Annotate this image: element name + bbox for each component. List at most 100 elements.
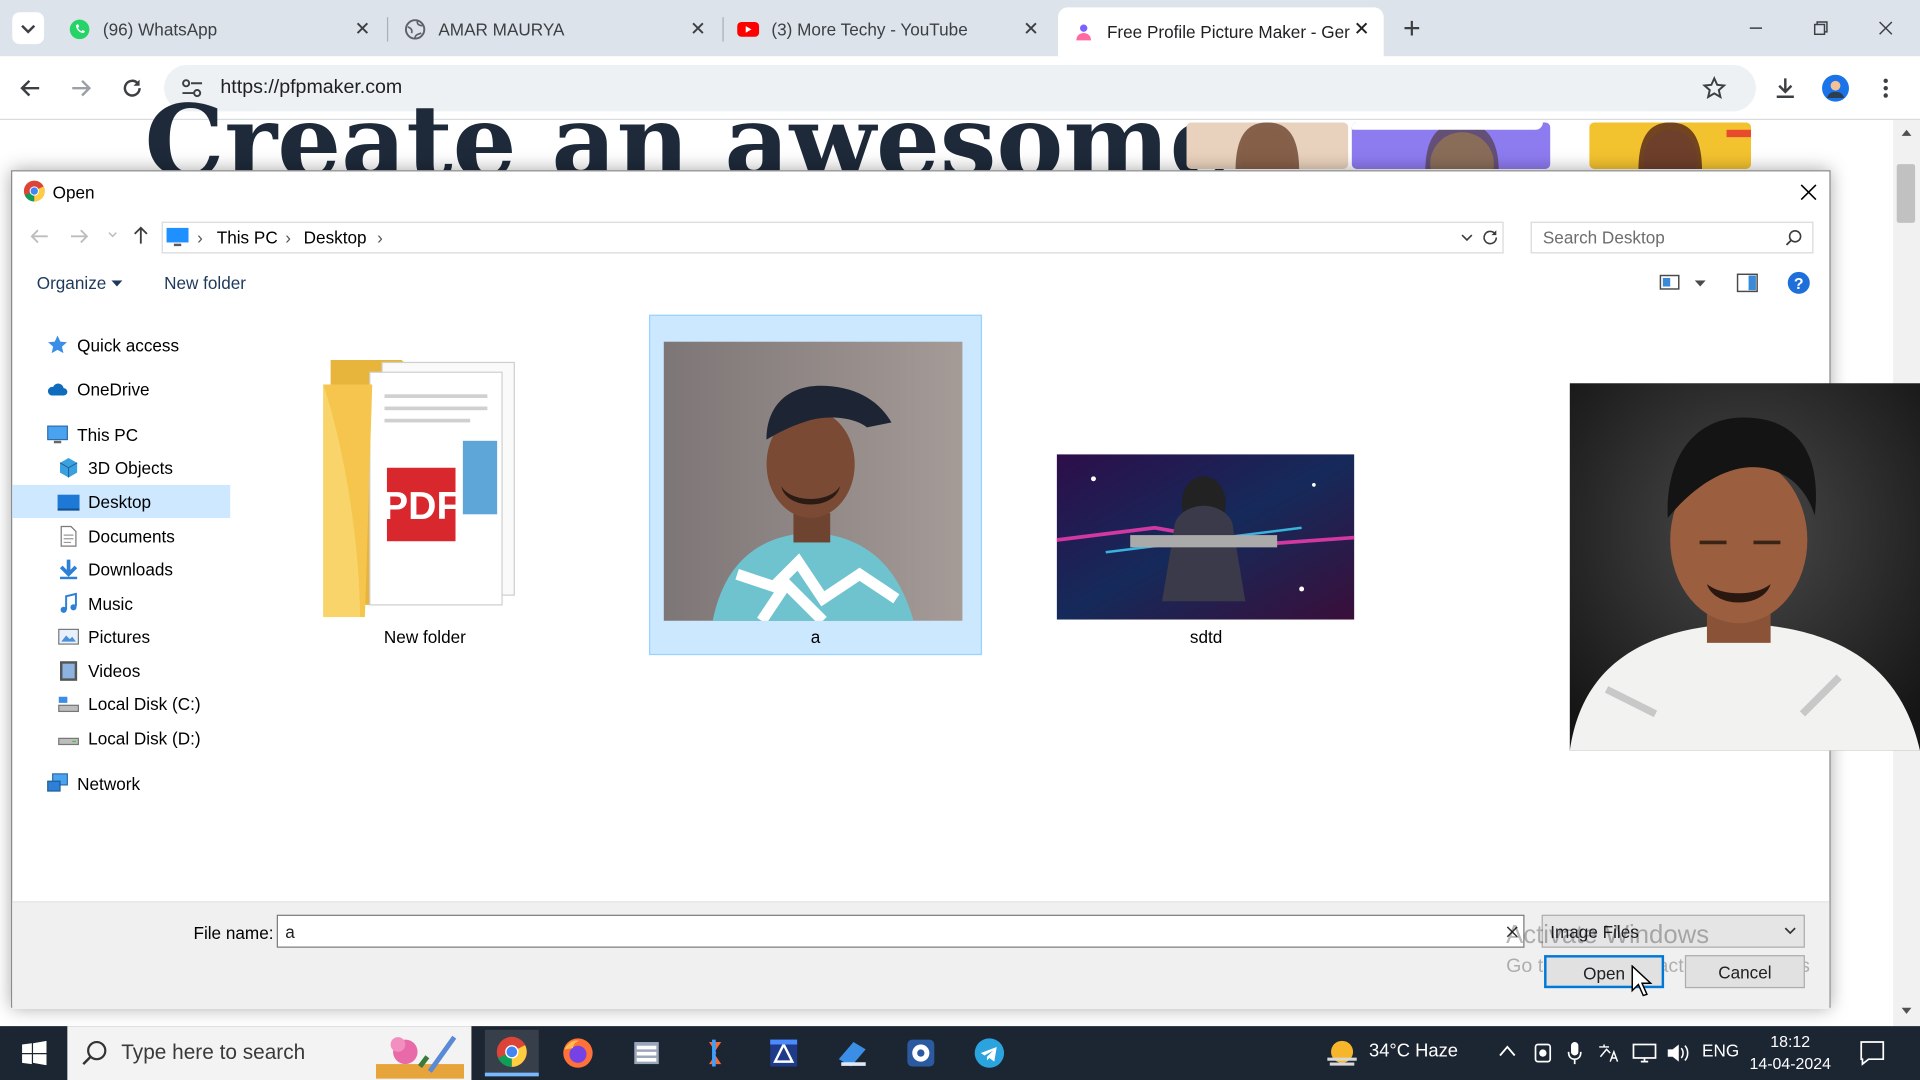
tab-title: AMAR MAURYA	[438, 18, 565, 39]
star-icon[interactable]	[1702, 75, 1727, 100]
taskbar-file-explorer[interactable]	[622, 1033, 671, 1072]
breadcrumb-desktop[interactable]: Desktop	[304, 228, 367, 248]
file-name-input[interactable]: a	[276, 914, 1525, 948]
file-type-select[interactable]: Image Files	[1541, 914, 1805, 948]
arrow-right-icon[interactable]	[70, 228, 90, 245]
tab-amar-maurya[interactable]: AMAR MAURYA	[389, 7, 720, 50]
new-folder-button[interactable]: New folder	[164, 273, 246, 293]
arrow-left-icon[interactable]	[29, 228, 49, 245]
webcam-overlay	[1569, 383, 1920, 751]
dialog-close-button[interactable]	[1795, 179, 1822, 206]
arrow-up-icon[interactable]	[132, 225, 149, 245]
nav-quick-access[interactable]: Quick access	[12, 328, 230, 361]
language-indicator[interactable]: ENG	[1702, 1041, 1739, 1061]
nav-documents[interactable]: Documents	[12, 519, 230, 552]
forward-button[interactable]	[66, 73, 95, 102]
nav-local-disk-c[interactable]: Local Disk (C:)	[12, 687, 230, 720]
taskbar-telegram[interactable]	[965, 1033, 1014, 1072]
taskbar-chrome[interactable]	[484, 1029, 539, 1077]
computer-icon	[166, 227, 189, 247]
open-file-dialog: Open › This PC › Desktop › Search Deskto…	[11, 170, 1831, 1009]
preview-pane-icon[interactable]	[1736, 273, 1758, 293]
close-icon[interactable]	[1351, 18, 1372, 38]
input-method-icon[interactable]	[1597, 1042, 1619, 1064]
chevron-up-icon[interactable]	[1499, 1044, 1516, 1057]
nav-this-pc[interactable]: This PC	[12, 418, 230, 451]
tab-whatsapp[interactable]: (96) WhatsApp	[54, 7, 385, 50]
nav-label: Desktop	[88, 491, 152, 512]
refresh-icon[interactable]	[1480, 228, 1500, 248]
nav-label: Local Disk (C:)	[88, 693, 201, 714]
weather-text[interactable]: 34°C Haze	[1369, 1041, 1458, 1062]
nav-onedrive[interactable]: OneDrive	[12, 372, 230, 405]
chevron-down-icon[interactable]	[1694, 280, 1706, 287]
nav-pictures[interactable]: Pictures	[12, 620, 230, 653]
file-type-value: Image Files	[1550, 922, 1639, 942]
youtube-icon	[737, 21, 760, 37]
reload-button[interactable]	[118, 73, 147, 102]
meet-now-icon[interactable]	[1533, 1042, 1553, 1064]
nav-desktop[interactable]: Desktop	[12, 484, 231, 518]
tab-search-button[interactable]	[12, 12, 45, 45]
dialog-search-input[interactable]: Search Desktop	[1530, 221, 1814, 254]
nav-music[interactable]: Music	[12, 587, 230, 620]
svg-text:PDF: PDF	[382, 485, 460, 528]
breadcrumb-this-pc[interactable]: This PC	[217, 228, 278, 248]
taskbar-app-media[interactable]	[896, 1033, 945, 1072]
close-icon	[1800, 184, 1817, 201]
taskbar-search[interactable]: Type here to search	[67, 1026, 472, 1080]
nav-label: Downloads	[88, 558, 173, 579]
file-item-image-a[interactable]: a	[648, 314, 983, 656]
globe-icon	[404, 18, 426, 39]
minimize-button[interactable]	[1741, 13, 1770, 42]
taskbar-app-bluetooth[interactable]	[691, 1033, 740, 1072]
back-button[interactable]	[16, 73, 45, 102]
profile-avatar[interactable]	[1821, 73, 1850, 102]
drive-icon	[58, 737, 79, 745]
network-icon[interactable]	[1632, 1042, 1657, 1064]
arrow-right-icon	[72, 79, 92, 97]
dialog-address-bar[interactable]: › This PC › Desktop ›	[161, 221, 1504, 254]
chevron-down-icon[interactable]	[1461, 234, 1473, 243]
file-item-folder[interactable]: PDF New folder	[284, 336, 566, 654]
chrome-icon	[496, 1036, 527, 1067]
new-tab-button[interactable]	[1397, 13, 1426, 42]
close-icon[interactable]	[353, 18, 373, 38]
menu-button[interactable]	[1871, 73, 1900, 102]
tab-title: Free Profile Picture Maker - Ger	[1106, 22, 1350, 42]
taskbar-clock[interactable]: 18:12 14-04-2024	[1746, 1031, 1834, 1075]
nav-3d-objects[interactable]: 3D Objects	[12, 451, 230, 484]
nav-label: Pictures	[88, 626, 151, 646]
taskbar-app-files[interactable]	[828, 1033, 877, 1072]
microphone-icon[interactable]	[1566, 1041, 1583, 1065]
tab-youtube[interactable]: (3) More Techy - YouTube	[722, 7, 1053, 50]
taskbar-app-editor[interactable]	[759, 1033, 808, 1072]
plus-icon	[1404, 20, 1420, 36]
notification-icon[interactable]	[1859, 1040, 1886, 1067]
taskbar-firefox[interactable]	[553, 1033, 602, 1072]
close-icon[interactable]	[1021, 18, 1041, 38]
star-icon	[48, 334, 67, 353]
file-item-image-sdtd[interactable]: sdtd	[1053, 448, 1359, 654]
start-button[interactable]	[10, 1033, 59, 1072]
nav-videos[interactable]: Videos	[12, 654, 230, 687]
nav-downloads[interactable]: Downloads	[12, 552, 230, 585]
window-close-button[interactable]	[1871, 13, 1900, 42]
restore-button[interactable]	[1806, 13, 1835, 42]
search-highlight-icon	[375, 1035, 465, 1079]
clear-icon[interactable]	[1506, 926, 1518, 938]
scroll-thumb[interactable]	[1896, 164, 1916, 223]
nav-local-disk-d[interactable]: Local Disk (D:)	[12, 721, 230, 754]
close-icon[interactable]	[688, 18, 708, 38]
downloads-button[interactable]	[1771, 73, 1800, 102]
volume-icon[interactable]	[1665, 1042, 1689, 1064]
tab-pfpmaker[interactable]: Free Profile Picture Maker - Ger	[1057, 7, 1384, 57]
nav-network[interactable]: Network	[12, 767, 230, 800]
organize-button[interactable]: Organize	[37, 273, 107, 293]
pictures-icon	[58, 628, 79, 645]
view-options-icon[interactable]	[1659, 274, 1681, 291]
chevron-down-icon[interactable]	[108, 231, 118, 238]
help-icon[interactable]: ?	[1787, 271, 1811, 295]
cancel-button[interactable]: Cancel	[1684, 955, 1805, 989]
sample-avatar-image	[1589, 122, 1752, 169]
